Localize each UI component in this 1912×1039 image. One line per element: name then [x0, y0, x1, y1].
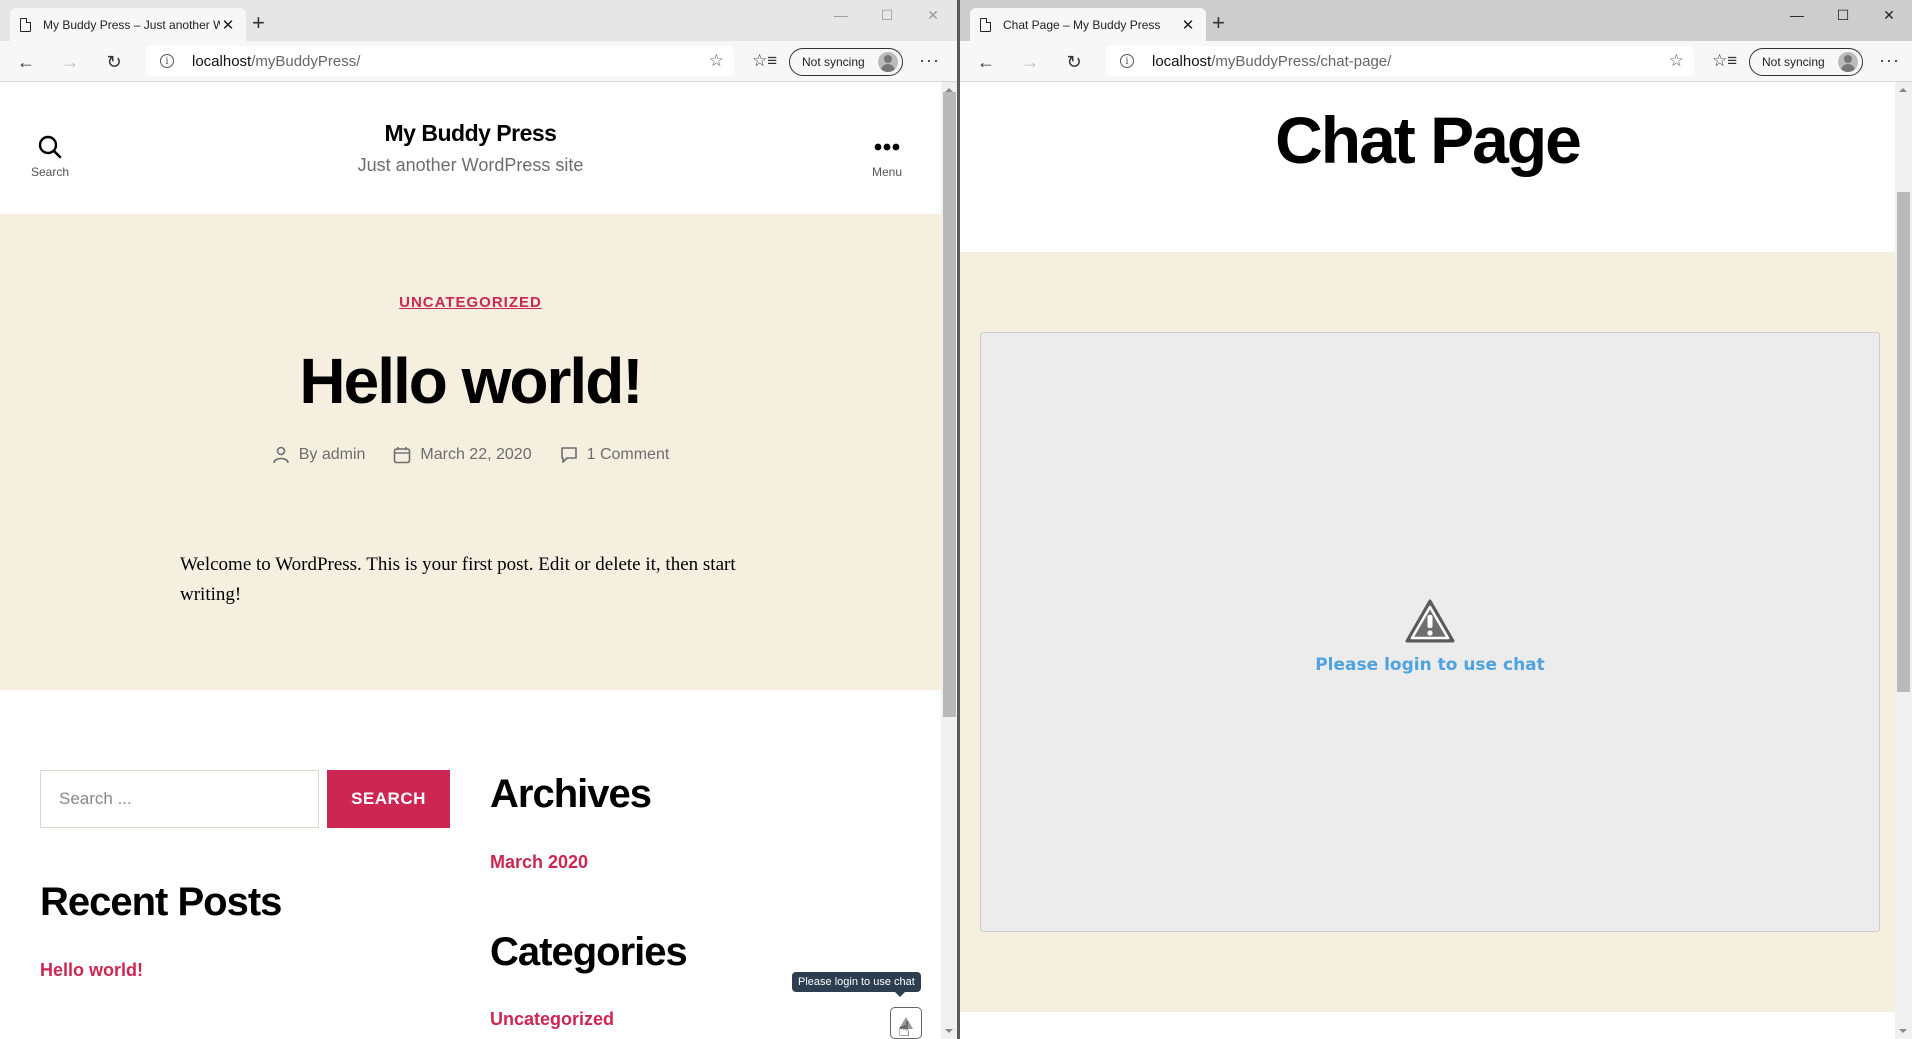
login-to-chat-link[interactable]: Please login to use chat	[981, 655, 1879, 675]
maximize-button[interactable]: ☐	[1820, 0, 1866, 30]
menu-toggle[interactable]: Menu	[857, 138, 917, 179]
avatar-icon	[1838, 52, 1858, 72]
page-title: Chat Page	[1275, 103, 1582, 177]
page-icon	[980, 17, 991, 32]
user-icon	[272, 446, 289, 464]
info-icon[interactable]: i	[1120, 54, 1134, 68]
post-comments: 1 Comment	[560, 446, 670, 464]
search-placeholder: Search ...	[59, 789, 132, 808]
url-host: localhost	[192, 52, 252, 70]
post-author: By admin	[272, 446, 366, 464]
avatar-icon	[878, 52, 898, 72]
archive-link[interactable]: March 2020	[490, 852, 588, 873]
scroll-down-arrow-icon[interactable]	[1899, 1029, 1907, 1033]
minimize-button[interactable]: —	[818, 0, 864, 30]
browser-tab-home[interactable]: My Buddy Press – Just another W ✕	[10, 8, 246, 41]
sync-label: Not syncing	[802, 55, 865, 69]
post-body: Welcome to WordPress. This is your first…	[180, 554, 736, 605]
left-page-content: Search My Buddy Press Just another WordP…	[0, 82, 941, 1039]
forward-arrow-icon[interactable]: →	[58, 50, 82, 74]
author-link[interactable]: admin	[322, 446, 366, 463]
archives-heading: Archives	[490, 772, 652, 816]
more-options-icon[interactable]: ···	[1879, 50, 1900, 71]
login-notice: Please login to use chat	[981, 598, 1879, 675]
categories-heading: Categories	[490, 930, 688, 974]
maximize-button[interactable]: ☐	[864, 0, 910, 30]
forward-arrow-icon[interactable]: →	[1018, 50, 1042, 74]
ellipsis-menu-icon	[874, 143, 900, 151]
widget-search-input[interactable]: Search ...	[40, 770, 319, 828]
sync-profile-button[interactable]: Not syncing	[789, 48, 903, 76]
info-icon[interactable]: i	[160, 54, 174, 68]
left-browser-window: My Buddy Press – Just another W ✕ + — ☐ …	[0, 0, 958, 1039]
category-link[interactable]: UNCATEGORIZED	[399, 294, 542, 311]
right-scrollbar[interactable]	[1895, 82, 1912, 1039]
reload-icon[interactable]: ↻	[102, 50, 126, 74]
recent-post-link[interactable]: Hello world!	[40, 960, 143, 981]
site-title[interactable]: My Buddy Press	[0, 120, 941, 147]
comments-link[interactable]: 1 Comment	[587, 446, 670, 464]
sync-label: Not syncing	[1762, 55, 1825, 69]
close-tab-icon[interactable]: ✕	[1180, 16, 1196, 34]
browser-toolbar: ← → ↻ i localhost/myBuddyPress/chat-page…	[960, 41, 1912, 82]
post-meta: By admin March 22, 2020 1 Comment	[0, 446, 941, 464]
reload-icon[interactable]: ↻	[1062, 50, 1086, 74]
right-page-content: Chat Page Please login to use chat	[960, 82, 1895, 1039]
comment-icon	[560, 447, 577, 463]
widget-search-button[interactable]: SEARCH	[327, 770, 450, 828]
url-host: localhost	[1152, 52, 1212, 70]
scroll-up-arrow-icon[interactable]	[1899, 88, 1907, 92]
url-path: /myBuddyPress/	[251, 52, 361, 70]
scrollbar-thumb[interactable]	[943, 92, 956, 717]
address-bar[interactable]: i localhost/myBuddyPress/ ☆	[146, 46, 734, 76]
favorites-list-icon[interactable]: ☆≡	[752, 51, 777, 71]
post-date: March 22, 2020	[393, 446, 532, 464]
date-link[interactable]: March 22, 2020	[420, 446, 531, 464]
tab-title: My Buddy Press – Just another W	[43, 17, 220, 32]
recent-posts-heading: Recent Posts	[40, 880, 282, 924]
minimize-button[interactable]: —	[1774, 0, 1820, 30]
tab-bar: Chat Page – My Buddy Press ✕ + — ☐ ✕	[960, 0, 1912, 41]
window-controls: — ☐ ✕	[818, 0, 956, 30]
chat-tooltip: Please login to use chat	[792, 972, 921, 997]
scroll-down-arrow-icon[interactable]	[945, 1029, 953, 1033]
browser-tab-chat[interactable]: Chat Page – My Buddy Press ✕	[970, 8, 1206, 41]
page-icon	[20, 17, 31, 32]
new-tab-button[interactable]: +	[252, 10, 265, 36]
menu-toggle-label: Menu	[871, 165, 903, 179]
left-scrollbar[interactable]	[941, 82, 958, 1039]
close-window-button[interactable]: ✕	[1866, 0, 1912, 30]
right-browser-window: Chat Page – My Buddy Press ✕ + — ☐ ✕ ← →…	[960, 0, 1912, 1039]
post-title[interactable]: Hello world!	[0, 344, 941, 418]
warning-triangle-icon	[1405, 599, 1455, 643]
add-favorite-star-icon[interactable]: ☆	[709, 51, 724, 71]
hand-cursor-icon: ☝	[898, 1019, 911, 1039]
more-options-icon[interactable]: ···	[919, 50, 940, 71]
sync-profile-button[interactable]: Not syncing	[1749, 48, 1863, 76]
add-favorite-star-icon[interactable]: ☆	[1669, 51, 1684, 71]
author-prefix: By	[298, 446, 318, 463]
tab-bar: My Buddy Press – Just another W ✕ + — ☐ …	[0, 0, 958, 41]
scrollbar-thumb[interactable]	[1897, 192, 1910, 692]
back-arrow-icon[interactable]: ←	[14, 50, 38, 74]
close-window-button[interactable]: ✕	[910, 0, 956, 30]
calendar-icon	[394, 447, 411, 464]
site-tagline: Just another WordPress site	[357, 155, 584, 175]
address-bar[interactable]: i localhost/myBuddyPress/chat-page/ ☆	[1106, 46, 1694, 76]
category-item-link[interactable]: Uncategorized	[490, 1009, 614, 1030]
url-path: /myBuddyPress/chat-page/	[1211, 52, 1392, 70]
favorites-list-icon[interactable]: ☆≡	[1712, 51, 1737, 71]
tab-title: Chat Page – My Buddy Press	[1003, 17, 1161, 32]
browser-toolbar: ← → ↻ i localhost/myBuddyPress/ ☆ ☆≡ Not…	[0, 41, 958, 82]
new-tab-button[interactable]: +	[1212, 10, 1225, 36]
back-arrow-icon[interactable]: ←	[974, 50, 998, 74]
close-tab-icon[interactable]: ✕	[220, 16, 236, 34]
window-controls: — ☐ ✕	[1774, 0, 1912, 30]
chat-container: Please login to use chat	[980, 332, 1880, 932]
post-category: UNCATEGORIZED	[0, 294, 941, 312]
